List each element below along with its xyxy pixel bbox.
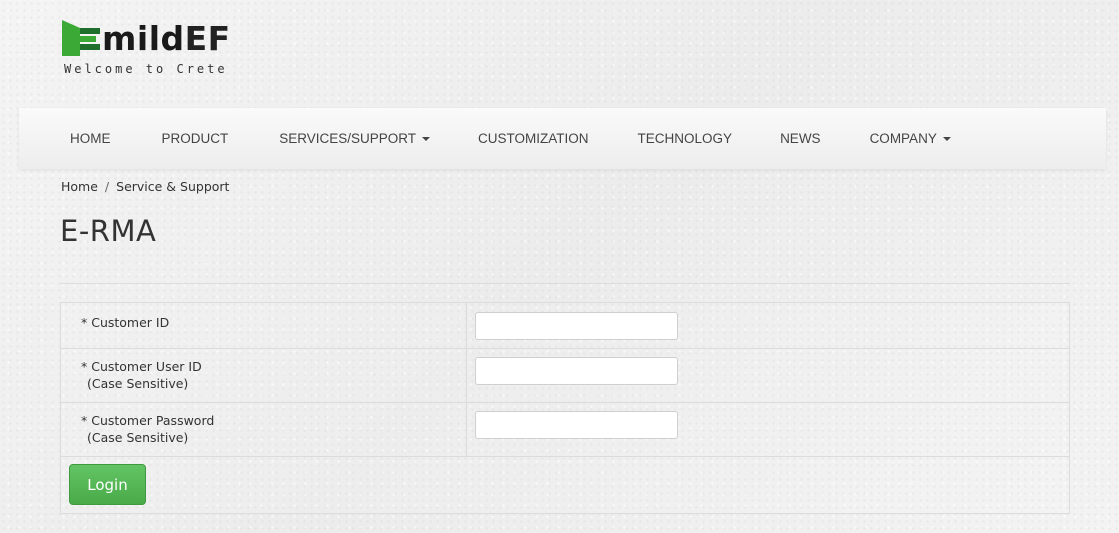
breadcrumb: Home / Service & Support	[61, 179, 229, 194]
field-label-cell: * Customer User ID (Case Sensitive)	[61, 349, 467, 402]
page-title: E-RMA	[60, 214, 157, 248]
nav-item-customization[interactable]: CUSTOMIZATION	[478, 131, 589, 146]
nav-item-home[interactable]: HOME	[70, 131, 111, 146]
logo-row: mildEF	[62, 16, 231, 56]
form-row-customer-password: * Customer Password (Case Sensitive)	[61, 403, 1069, 457]
brand-logo[interactable]: mildEF Welcome to Crete	[62, 16, 231, 76]
login-button[interactable]: Login	[69, 464, 146, 505]
caret-down-icon	[942, 137, 951, 141]
field-label-cell: * Customer ID	[61, 303, 467, 348]
customer-id-label: * Customer ID	[81, 315, 170, 330]
nav-item-news[interactable]: NEWS	[780, 131, 821, 146]
breadcrumb-separator: /	[104, 179, 110, 194]
erma-login-form: * Customer ID * Customer User ID (Case S…	[60, 302, 1070, 514]
page: mildEF Welcome to Crete HOME PRODUCT SER…	[0, 0, 1119, 533]
field-input-cell	[467, 349, 1069, 402]
breadcrumb-current: Service & Support	[116, 179, 230, 194]
main-nav: HOME PRODUCT SERVICES/SUPPORT CUSTOMIZAT…	[19, 108, 1106, 169]
case-sensitive-note: (Case Sensitive)	[87, 430, 189, 445]
customer-password-input[interactable]	[475, 411, 678, 439]
mildef-logo-mark-icon	[62, 20, 100, 56]
field-input-cell	[467, 303, 1069, 348]
case-sensitive-note: (Case Sensitive)	[87, 376, 189, 391]
customer-user-id-label: * Customer User ID	[81, 359, 202, 374]
nav-label: CUSTOMIZATION	[478, 131, 589, 146]
form-row-customer-user-id: * Customer User ID (Case Sensitive)	[61, 349, 1069, 403]
breadcrumb-home-link[interactable]: Home	[61, 179, 98, 194]
field-label-cell: * Customer Password (Case Sensitive)	[61, 403, 467, 456]
nav-label: TECHNOLOGY	[637, 131, 733, 146]
form-row-customer-id: * Customer ID	[61, 303, 1069, 349]
nav-label: SERVICES/SUPPORT	[279, 131, 417, 146]
nav-label: HOME	[70, 131, 111, 146]
logo-text-ef: EF	[184, 19, 231, 58]
logo-text: mildEF	[102, 22, 231, 56]
tagline: Welcome to Crete	[64, 62, 228, 76]
nav-item-services-support[interactable]: SERVICES/SUPPORT	[279, 131, 431, 146]
customer-user-id-input[interactable]	[475, 357, 678, 385]
nav-item-product[interactable]: PRODUCT	[162, 131, 229, 146]
nav-item-technology[interactable]: TECHNOLOGY	[638, 131, 733, 146]
title-divider	[60, 283, 1070, 284]
nav-label: PRODUCT	[161, 131, 229, 146]
field-input-cell	[467, 403, 1069, 456]
nav-label: COMPANY	[869, 131, 937, 146]
caret-down-icon	[422, 137, 431, 141]
nav-item-company[interactable]: COMPANY	[870, 131, 951, 146]
nav-label: NEWS	[780, 131, 821, 146]
logo-text-mild: mild	[102, 19, 185, 58]
customer-id-input[interactable]	[475, 312, 678, 340]
customer-password-label: * Customer Password	[81, 413, 215, 428]
